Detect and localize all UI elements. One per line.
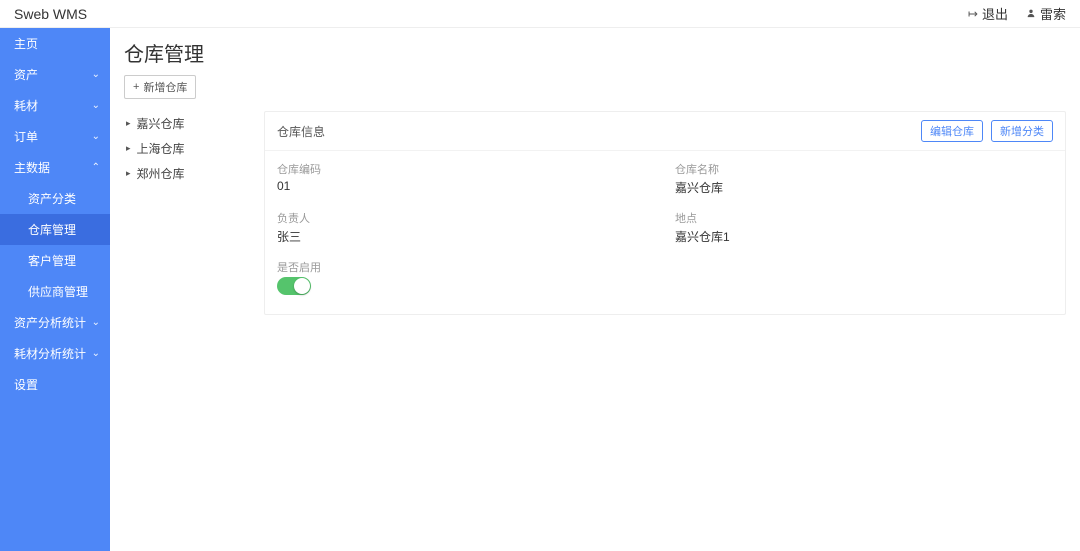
logout-button[interactable]: ↦ 退出: [968, 4, 1008, 23]
field-label-location: 地点: [675, 200, 1053, 226]
add-warehouse-button[interactable]: + 新增仓库: [124, 75, 196, 99]
logout-icon: ↦: [968, 7, 978, 21]
caret-right-icon: ▸: [126, 143, 131, 154]
chevron-up-icon: ⌃: [92, 162, 100, 173]
sidebar-item-assets[interactable]: 资产 ⌄: [0, 59, 110, 90]
user-label: 雷索: [1040, 4, 1066, 23]
field-label-code: 仓库编码: [277, 151, 655, 177]
field-value-enabled: [277, 275, 655, 302]
edit-warehouse-button[interactable]: 编辑仓库: [921, 120, 983, 142]
sidebar-item-label: 主页: [14, 35, 38, 52]
sidebar-sub-asset-category[interactable]: 资产分类: [0, 183, 110, 214]
chevron-down-icon: ⌄: [92, 348, 100, 359]
field-label-owner: 负责人: [277, 200, 655, 226]
content: 仓库管理 + 新增仓库 ▸ 嘉兴仓库 ▸ 上海仓库 ▸: [110, 28, 1080, 551]
detail-header: 仓库信息 编辑仓库 新增分类: [265, 112, 1065, 151]
warehouse-detail: 仓库信息 编辑仓库 新增分类 仓库编码 01: [264, 111, 1066, 315]
user-icon: [1026, 7, 1036, 21]
sidebar-item-masterdata[interactable]: 主数据 ⌃: [0, 152, 110, 183]
chevron-down-icon: ⌄: [92, 131, 100, 142]
topbar-actions: ↦ 退出 雷索: [968, 4, 1066, 23]
chevron-down-icon: ⌄: [92, 69, 100, 80]
sidebar-item-label: 资产: [14, 66, 38, 83]
logout-label: 退出: [982, 4, 1008, 23]
sidebar-item-consumable-analytics[interactable]: 耗材分析统计 ⌄: [0, 338, 110, 369]
sidebar-item-label: 设置: [14, 376, 38, 393]
sidebar-item-label: 资产分析统计: [14, 314, 86, 331]
new-category-button[interactable]: 新增分类: [991, 120, 1053, 142]
field-value-name: 嘉兴仓库: [675, 177, 1053, 200]
sidebar-sub-warehouse-manage[interactable]: 仓库管理: [0, 214, 110, 245]
field-label-name: 仓库名称: [675, 151, 1053, 177]
sidebar-item-label: 耗材分析统计: [14, 345, 86, 362]
detail-header-actions: 编辑仓库 新增分类: [921, 120, 1053, 142]
tree-item-label: 嘉兴仓库: [137, 115, 185, 132]
sidebar-item-orders[interactable]: 订单 ⌄: [0, 121, 110, 152]
add-warehouse-label: 新增仓库: [143, 79, 187, 95]
field-value-owner: 张三: [277, 226, 655, 249]
detail-header-title: 仓库信息: [277, 123, 325, 140]
sidebar: 主页 资产 ⌄ 耗材 ⌄ 订单 ⌄ 主数据 ⌃ 资产分类: [0, 28, 110, 551]
tree-item[interactable]: ▸ 郑州仓库: [124, 161, 254, 186]
plus-icon: +: [133, 81, 139, 93]
sidebar-item-asset-analytics[interactable]: 资产分析统计 ⌄: [0, 307, 110, 338]
tree-item-label: 上海仓库: [137, 140, 185, 157]
user-button[interactable]: 雷索: [1026, 4, 1066, 23]
page-title: 仓库管理: [124, 38, 1066, 67]
toggle-knob: [294, 278, 310, 294]
topbar: Sweb WMS ↦ 退出 雷索: [0, 0, 1080, 28]
tree-item[interactable]: ▸ 嘉兴仓库: [124, 111, 254, 136]
field-label-enabled: 是否启用: [277, 249, 655, 275]
sidebar-sub-label: 资产分类: [28, 190, 76, 207]
sidebar-item-label: 订单: [14, 128, 38, 145]
sidebar-sub-label: 客户管理: [28, 252, 76, 269]
caret-right-icon: ▸: [126, 118, 131, 129]
detail-body: 仓库编码 01 仓库名称 嘉兴仓库 负责人 张三: [265, 151, 1065, 314]
warehouse-tree: ▸ 嘉兴仓库 ▸ 上海仓库 ▸ 郑州仓库: [124, 111, 254, 315]
chevron-down-icon: ⌄: [92, 100, 100, 111]
enabled-toggle[interactable]: [277, 277, 311, 295]
sidebar-item-label: 耗材: [14, 97, 38, 114]
sidebar-sub-supplier-manage[interactable]: 供应商管理: [0, 276, 110, 307]
sidebar-item-settings[interactable]: 设置: [0, 369, 110, 400]
field-value-code: 01: [277, 177, 655, 197]
field-value-location: 嘉兴仓库1: [675, 226, 1053, 249]
tree-item-label: 郑州仓库: [137, 165, 185, 182]
sidebar-item-label: 主数据: [14, 159, 50, 176]
sidebar-item-consumables[interactable]: 耗材 ⌄: [0, 90, 110, 121]
sidebar-item-home[interactable]: 主页: [0, 28, 110, 59]
sidebar-sub-customer-manage[interactable]: 客户管理: [0, 245, 110, 276]
tree-item[interactable]: ▸ 上海仓库: [124, 136, 254, 161]
sidebar-sub-label: 供应商管理: [28, 283, 88, 300]
brand-title: Sweb WMS: [14, 6, 87, 22]
caret-right-icon: ▸: [126, 168, 131, 179]
chevron-down-icon: ⌄: [92, 317, 100, 328]
sidebar-sub-label: 仓库管理: [28, 221, 76, 238]
